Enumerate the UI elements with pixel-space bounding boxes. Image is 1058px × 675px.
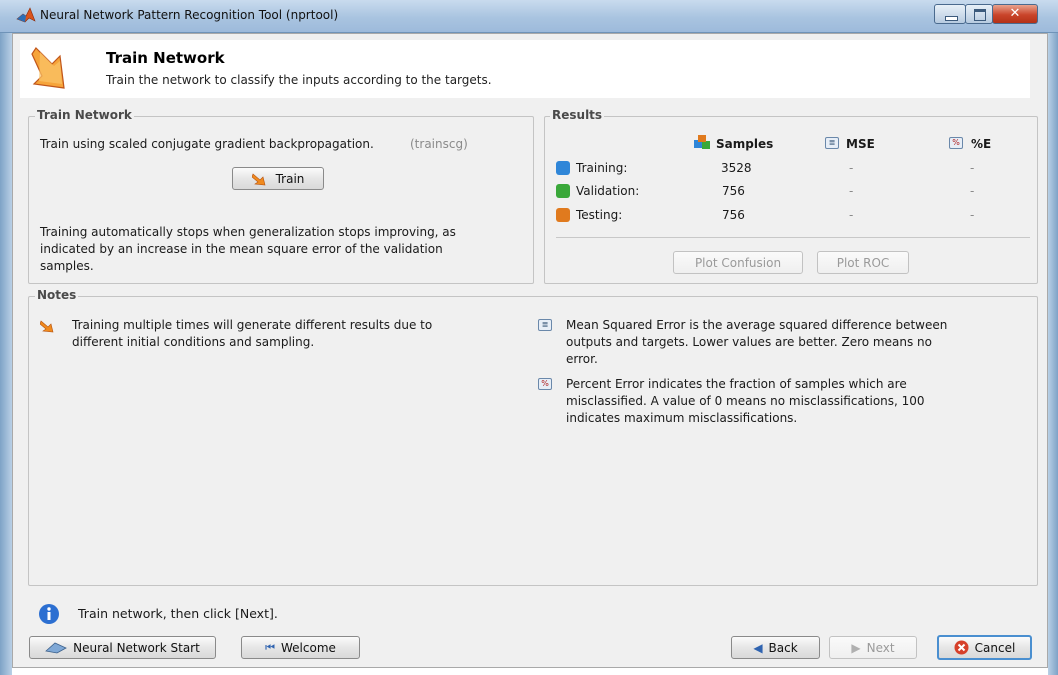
cancel-label: Cancel	[974, 640, 1016, 655]
notes-legend: Notes	[35, 288, 79, 302]
next-label: Next	[866, 640, 895, 655]
window-border-right	[1048, 0, 1058, 675]
status-text: Train network, then click [Next].	[78, 606, 278, 621]
train-button[interactable]: Train	[232, 167, 324, 190]
training-samples: 3528	[721, 161, 752, 175]
neural-network-start-button[interactable]: Neural Network Start	[29, 636, 216, 659]
training-method-text: Train using scaled conjugate gradient ba…	[40, 137, 374, 151]
samples-header: Samples	[716, 137, 774, 151]
mse-header: MSE	[846, 137, 875, 151]
welcome-button[interactable]: ⏮ Welcome	[241, 636, 360, 659]
results-divider	[556, 237, 1030, 238]
samples-icon	[694, 135, 710, 149]
train-arrow-icon	[31, 47, 65, 89]
back-button[interactable]: ◀ Back	[731, 636, 820, 659]
validation-label: Validation:	[576, 184, 640, 198]
testing-mse: -	[849, 208, 854, 222]
train-arrow-icon	[251, 172, 265, 185]
note-mse: Mean Squared Error is the average square…	[566, 318, 948, 366]
matlab-icon	[16, 7, 36, 23]
neural-network-start-label: Neural Network Start	[73, 640, 200, 655]
mse-icon: ≣	[825, 137, 839, 149]
plot-roc-button[interactable]: Plot ROC	[817, 251, 909, 274]
close-button[interactable]: ✕	[992, 4, 1038, 24]
train-arrow-icon	[40, 320, 54, 333]
window-title: Neural Network Pattern Recognition Tool …	[40, 8, 339, 22]
testing-cube-icon	[556, 208, 570, 222]
training-cube-icon	[556, 161, 570, 175]
validation-percent-error: -	[970, 184, 975, 198]
train-button-label: Train	[275, 171, 305, 186]
next-button[interactable]: ▶ Next	[829, 636, 917, 659]
validation-samples: 756	[722, 184, 745, 198]
percent-error-icon: %	[538, 378, 552, 390]
next-arrow-icon: ▶	[851, 640, 861, 655]
neural-network-icon	[45, 642, 68, 653]
minimize-button[interactable]	[934, 4, 966, 24]
testing-label: Testing:	[576, 208, 623, 222]
percent-error-header: %E	[971, 137, 992, 151]
testing-percent-error: -	[970, 208, 975, 222]
train-network-legend: Train Network	[35, 108, 134, 122]
window-border-left	[0, 0, 12, 675]
plot-confusion-button[interactable]: Plot Confusion	[673, 251, 803, 274]
percent-error-icon: %	[949, 137, 963, 149]
validation-mse: -	[849, 184, 854, 198]
cancel-button[interactable]: Cancel	[937, 635, 1032, 660]
note-percent-error: Percent Error indicates the fraction of …	[566, 377, 925, 425]
page-subtitle: Train the network to classify the inputs…	[106, 73, 492, 87]
maximize-button[interactable]	[965, 4, 993, 24]
results-legend: Results	[550, 108, 605, 122]
mse-icon: ≣	[538, 319, 552, 331]
training-percent-error: -	[970, 161, 975, 175]
skip-back-icon: ⏮	[265, 640, 275, 654]
back-label: Back	[768, 640, 798, 655]
page-title: Train Network	[106, 49, 225, 67]
cancel-icon	[954, 640, 969, 655]
validation-cube-icon	[556, 184, 570, 198]
training-mse: -	[849, 161, 854, 175]
note-retraining: Training multiple times will generate di…	[72, 318, 433, 349]
training-stop-info: Training automatically stops when genera…	[40, 225, 456, 273]
training-method-code: (trainscg)	[410, 137, 468, 151]
info-icon	[39, 604, 59, 624]
training-label: Training:	[576, 161, 628, 175]
testing-samples: 756	[722, 208, 745, 222]
welcome-label: Welcome	[281, 640, 336, 655]
back-arrow-icon: ◀	[753, 640, 763, 655]
